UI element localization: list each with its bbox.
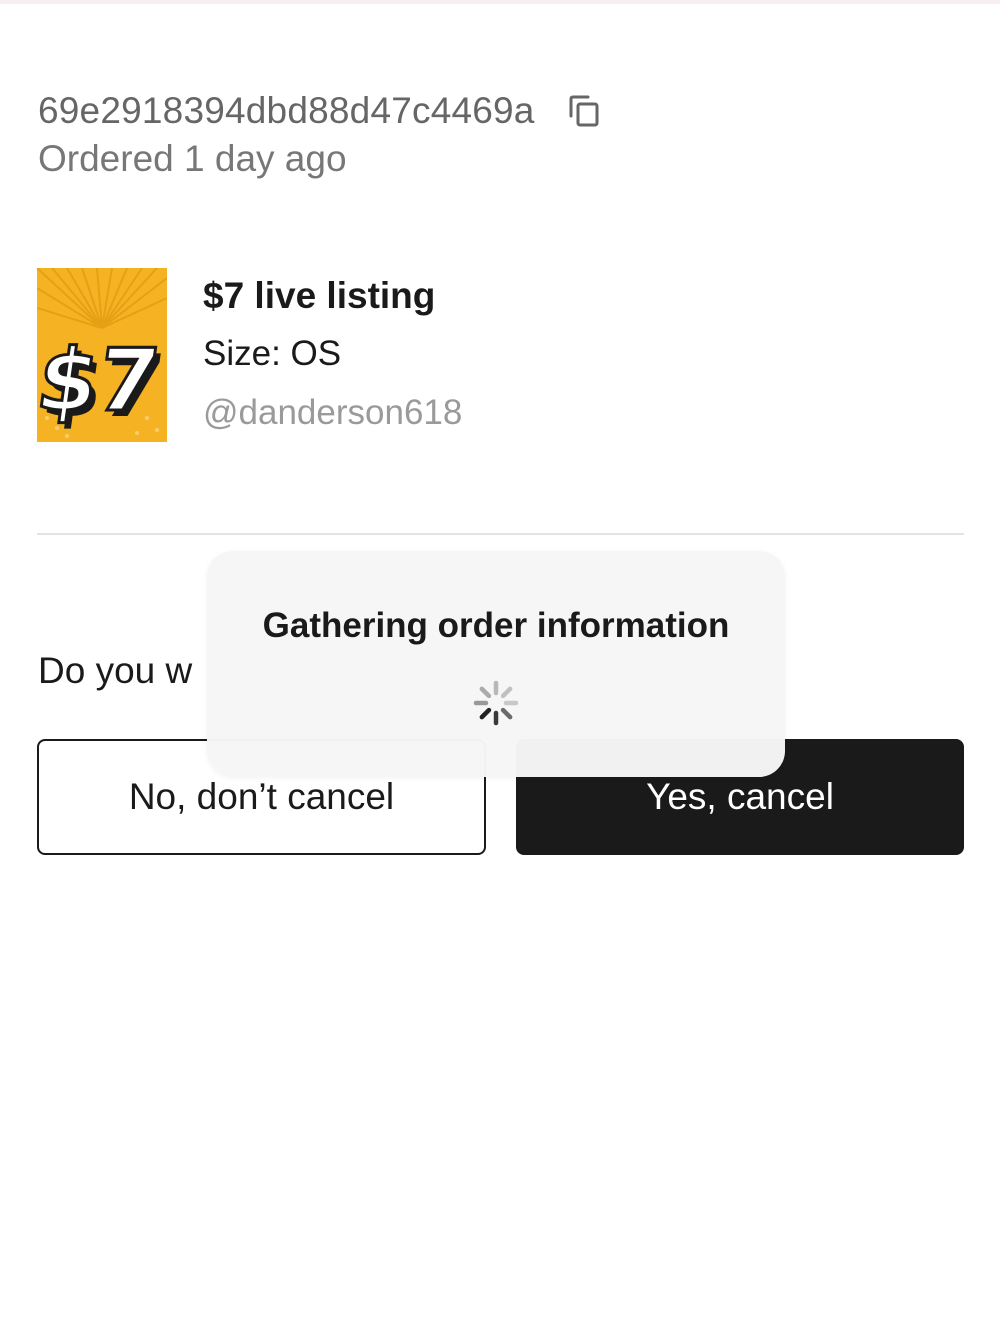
order-id-row: 69e2918394dbd88d47c4469a [38,88,601,134]
cancel-question: Do you w [38,650,193,691]
listing-thumbnail[interactable]: $7 $7 [37,268,167,442]
ordered-time: Ordered 1 day ago [38,138,347,179]
loading-dialog: Gathering order information [207,551,785,777]
loading-spinner-icon [471,678,521,728]
section-divider [37,533,964,535]
listing-size: Size: OS [203,334,342,373]
loading-message: Gathering order information [262,606,730,645]
order-id: 69e2918394dbd88d47c4469a [38,90,535,131]
top-strip [0,0,1000,4]
listing-seller[interactable]: @danderson618 [203,393,462,433]
thumbnail-price-text: $7 [37,331,165,431]
listing-title[interactable]: $7 live listing [203,275,435,317]
copy-icon[interactable] [567,94,601,128]
